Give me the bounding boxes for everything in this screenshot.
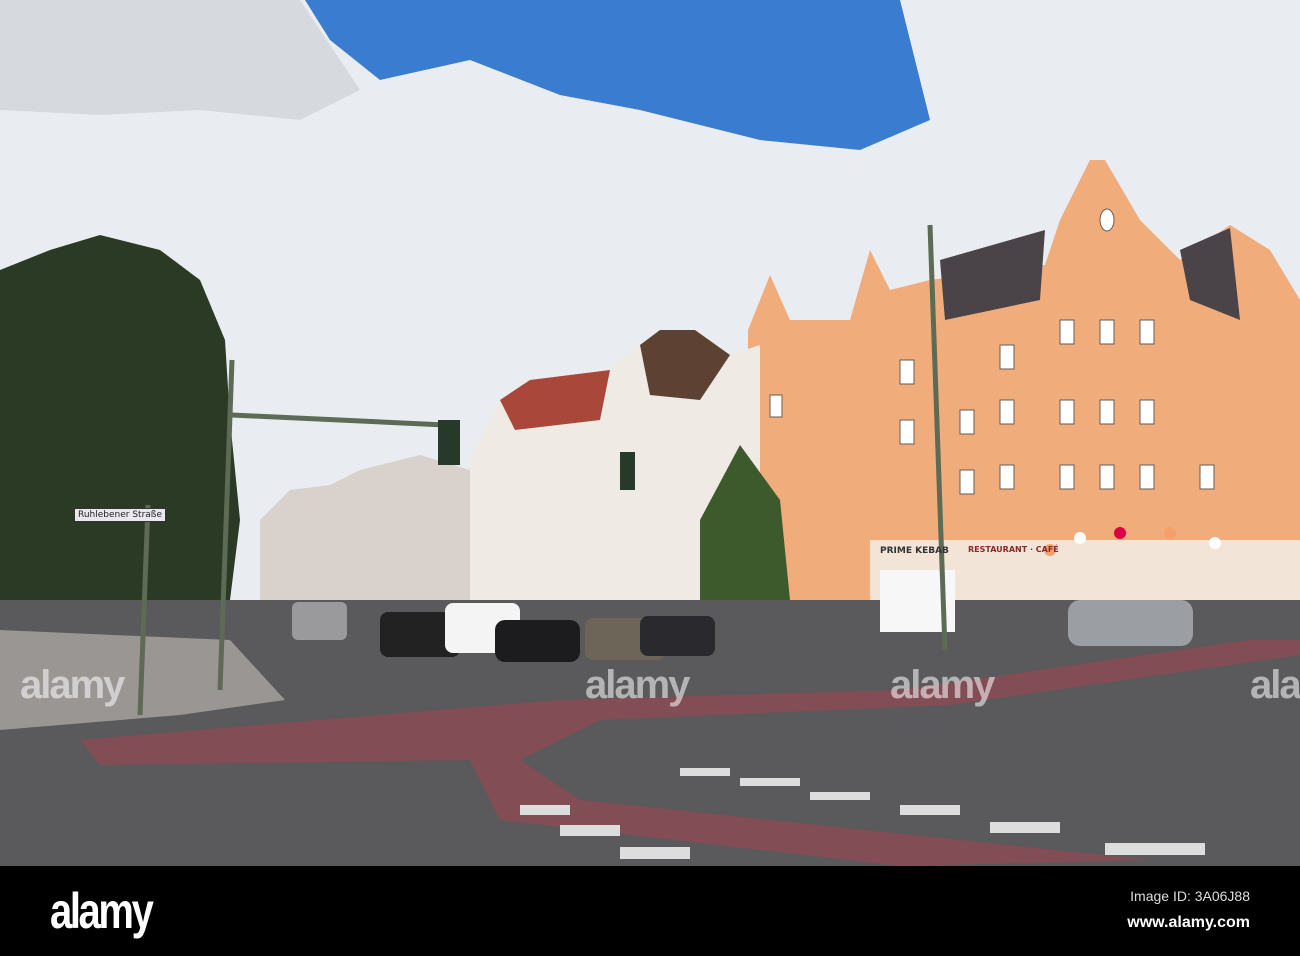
cloud — [0, 0, 360, 120]
street-sign: Ruhlebener Straße — [74, 508, 167, 522]
footer-bar: alamy Image ID: 3A06J88 www.alamy.com — [0, 866, 1300, 956]
watermark: alamy — [890, 663, 995, 707]
shop-sign-kebab: PRIME KEBAB — [880, 546, 949, 556]
alamy-logo: alamy — [50, 883, 154, 939]
traffic-light — [438, 420, 460, 465]
shop-sign-restaurant: RESTAURANT · CAFÉ — [968, 545, 1059, 554]
photo-scene — [0, 0, 1300, 866]
watermark: alamy — [1250, 663, 1300, 707]
traffic-light — [620, 452, 635, 490]
street-photo: Ruhlebener Straße PRIME KEBAB RESTAURANT… — [0, 0, 1300, 956]
tree — [0, 235, 240, 640]
watermark: alamy — [585, 663, 690, 707]
watermark: alamy — [20, 663, 125, 707]
image-id: Image ID: 3A06J88 — [1130, 888, 1250, 904]
website-link[interactable]: www.alamy.com — [1127, 914, 1250, 932]
